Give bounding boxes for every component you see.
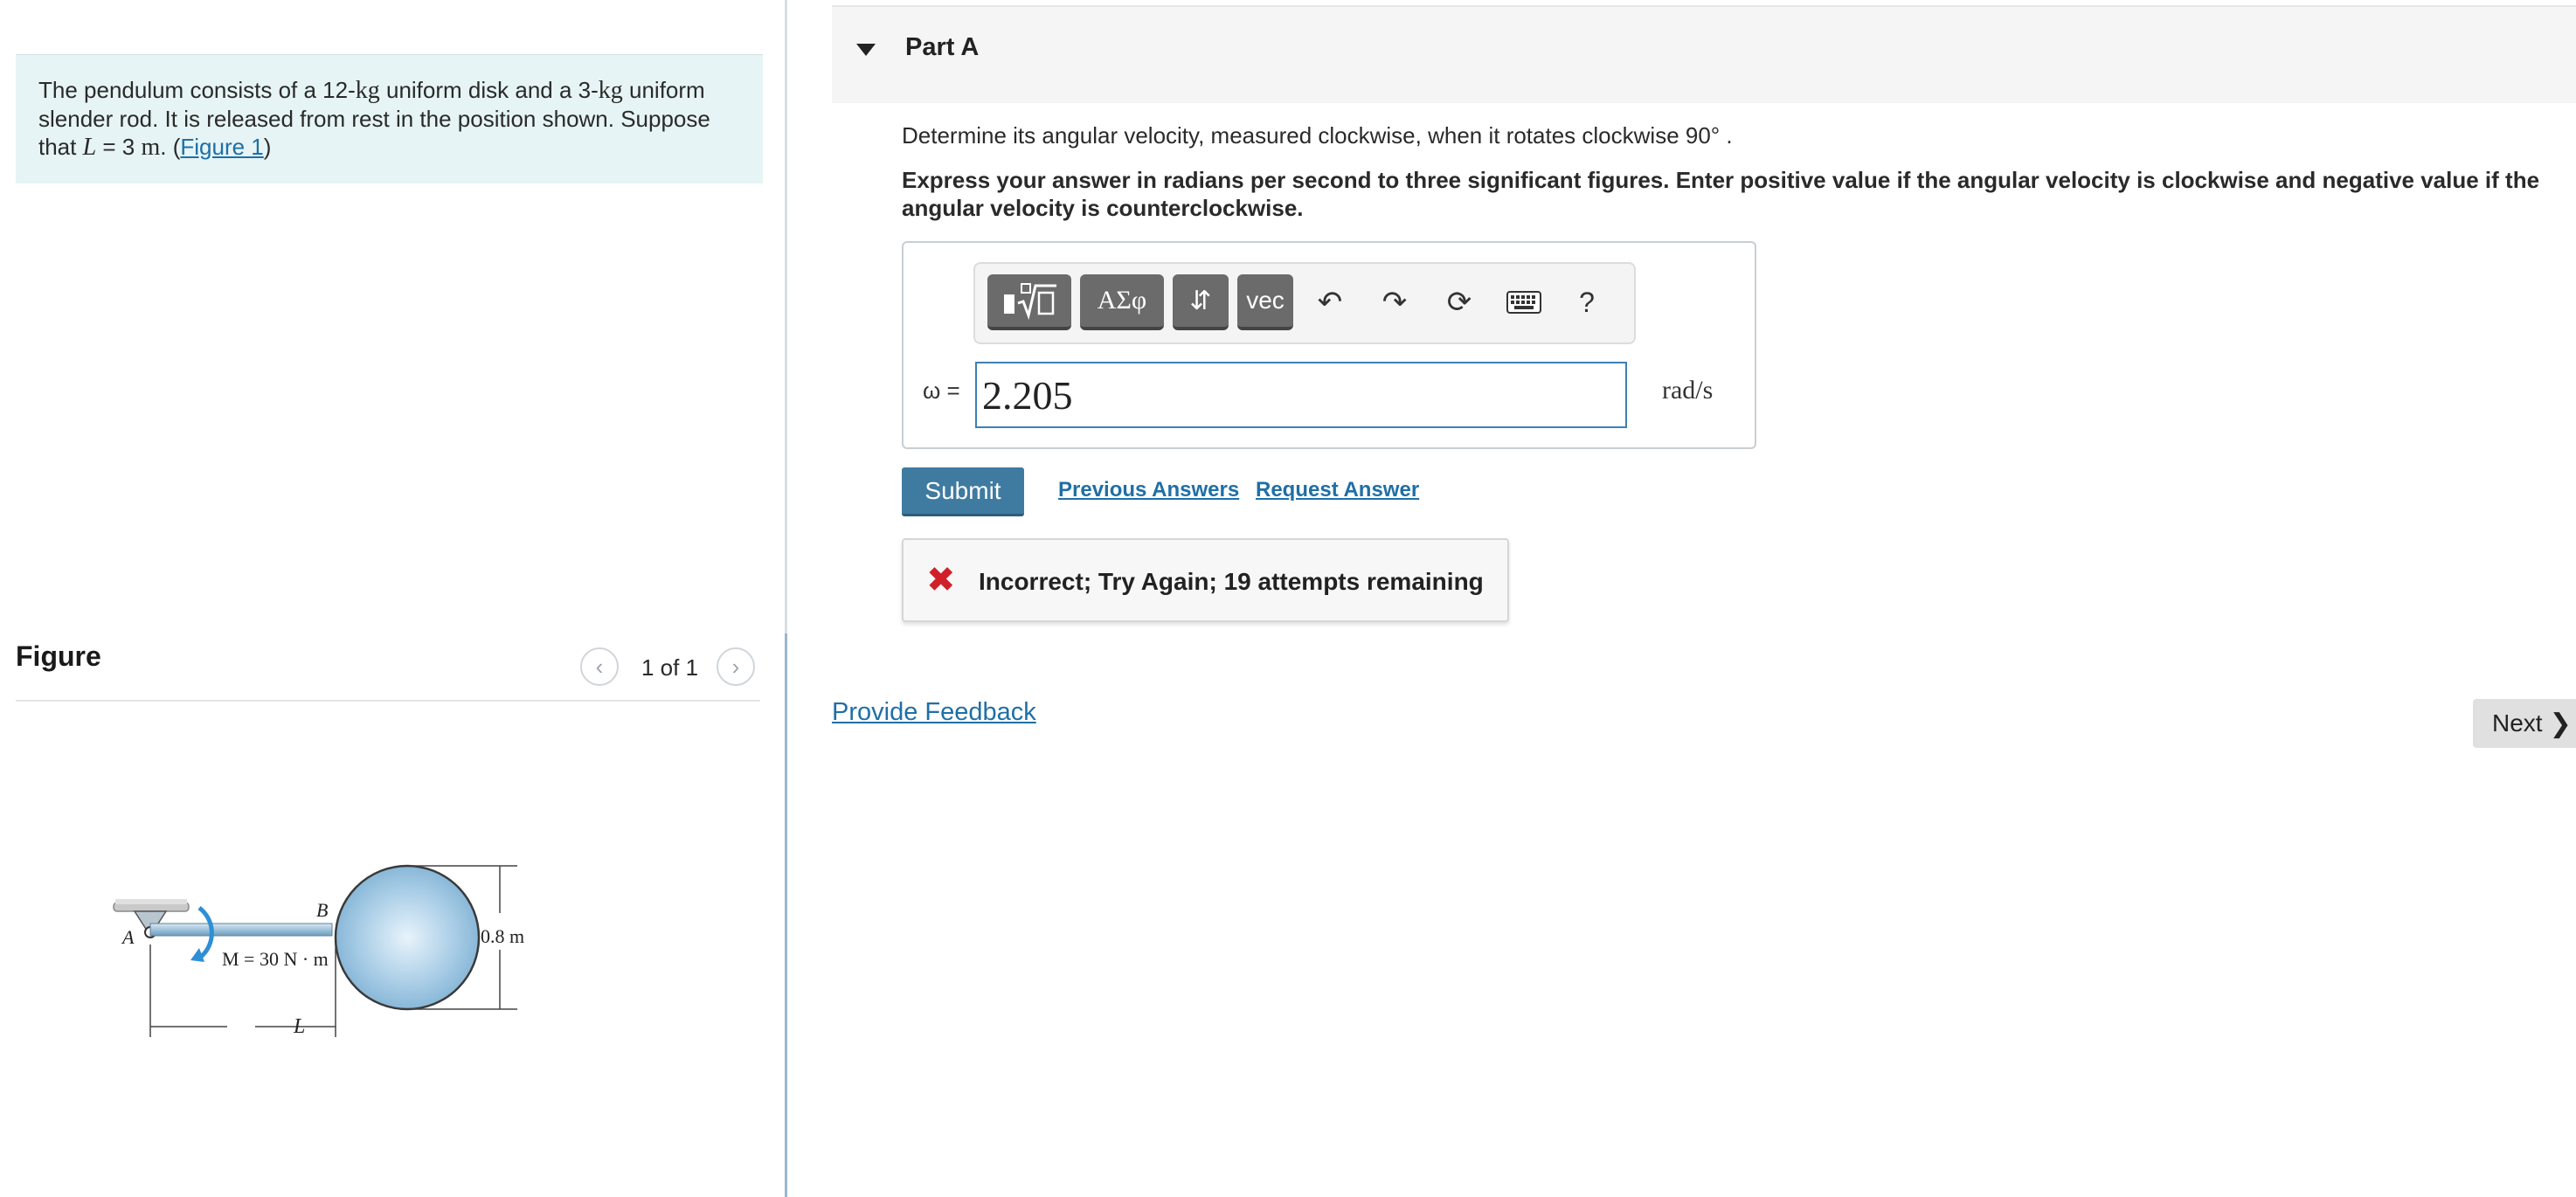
- answer-instructions: Express your answer in radians per secon…: [902, 167, 2540, 221]
- unit-kg: kg: [355, 77, 380, 104]
- unit-kg: kg: [598, 77, 623, 104]
- next-label: Next: [2492, 709, 2543, 737]
- submit-button[interactable]: Submit: [902, 467, 1024, 516]
- arrows-button[interactable]: ⇵: [1173, 274, 1229, 330]
- problem-text-2: uniform disk and a 3-: [379, 77, 599, 103]
- feedback-message-box: ✖ Incorrect; Try Again; 19 attempts rema…: [902, 538, 1509, 622]
- problem-text-6: ): [263, 134, 272, 160]
- figure-prev-button[interactable]: ‹: [580, 647, 619, 686]
- help-button[interactable]: ?: [1562, 276, 1611, 329]
- unit-label: rad/s: [1662, 376, 1714, 405]
- next-button[interactable]: Next ❯: [2473, 699, 2576, 748]
- incorrect-x-icon: ✖: [926, 561, 956, 599]
- problem-text-1: The pendulum consists of a 12-: [38, 77, 356, 103]
- support-bracket-top: [115, 899, 187, 904]
- feedback-text: Incorrect; Try Again; 19 attempts remain…: [979, 568, 1484, 595]
- provide-feedback-link[interactable]: Provide Feedback: [832, 698, 1036, 727]
- variable-l: L: [82, 134, 97, 161]
- label-a: A: [121, 926, 135, 948]
- reset-icon[interactable]: ⟳: [1435, 276, 1484, 329]
- collapse-caret-icon[interactable]: [856, 44, 876, 56]
- redo-icon[interactable]: ↷: [1370, 276, 1419, 329]
- figure-next-button[interactable]: ›: [717, 647, 755, 686]
- label-b: B: [316, 899, 328, 921]
- figure-count: 1 of 1: [641, 654, 699, 681]
- part-a-header[interactable]: Part A: [832, 5, 2576, 103]
- chevron-left-icon: ‹: [595, 654, 604, 680]
- label-moment: M = 30 N · m: [222, 948, 329, 970]
- problem-statement: The pendulum consists of a 12-kg uniform…: [16, 54, 763, 183]
- previous-answers-link[interactable]: Previous Answers: [1058, 478, 1239, 502]
- label-diameter: 0.8 m: [481, 925, 524, 947]
- omega-label: ω =: [923, 377, 960, 404]
- problem-text-4: = 3: [96, 134, 142, 160]
- pane-divider-handle[interactable]: [785, 633, 787, 1197]
- math-toolbar: ΑΣφ ⇵ vec ↶ ↷ ⟳ ?: [973, 262, 1636, 344]
- chevron-right-icon: ❯: [2549, 709, 2572, 738]
- templates-icon: [1004, 283, 1056, 321]
- part-title: Part A: [905, 33, 980, 61]
- figure-divider: [16, 700, 760, 702]
- question-text: Determine its angular velocity, measured…: [902, 122, 1733, 149]
- figure-1-link[interactable]: Figure 1: [180, 134, 263, 160]
- uniform-disk: [334, 864, 481, 1011]
- templates-button[interactable]: [987, 274, 1071, 330]
- chevron-right-icon: ›: [731, 654, 740, 680]
- pendulum-figure: A B M = 30 N · m L 0.8 m: [113, 864, 524, 1038]
- problem-text-5: . (: [160, 134, 181, 160]
- keyboard-glyph: [1506, 291, 1541, 314]
- greek-symbols-button[interactable]: ΑΣφ: [1080, 274, 1164, 330]
- label-length: L: [293, 1015, 305, 1038]
- unit-m: m: [141, 134, 161, 161]
- keyboard-icon[interactable]: [1499, 276, 1548, 329]
- request-answer-link[interactable]: Request Answer: [1256, 478, 1419, 502]
- figure-title: Figure: [16, 640, 101, 672]
- answer-box: ΑΣφ ⇵ vec ↶ ↷ ⟳ ? ω = rad/s: [902, 241, 1756, 449]
- vector-button[interactable]: vec: [1237, 274, 1293, 330]
- slender-rod: [149, 923, 333, 937]
- answer-input[interactable]: [975, 362, 1627, 428]
- undo-icon[interactable]: ↶: [1305, 276, 1354, 329]
